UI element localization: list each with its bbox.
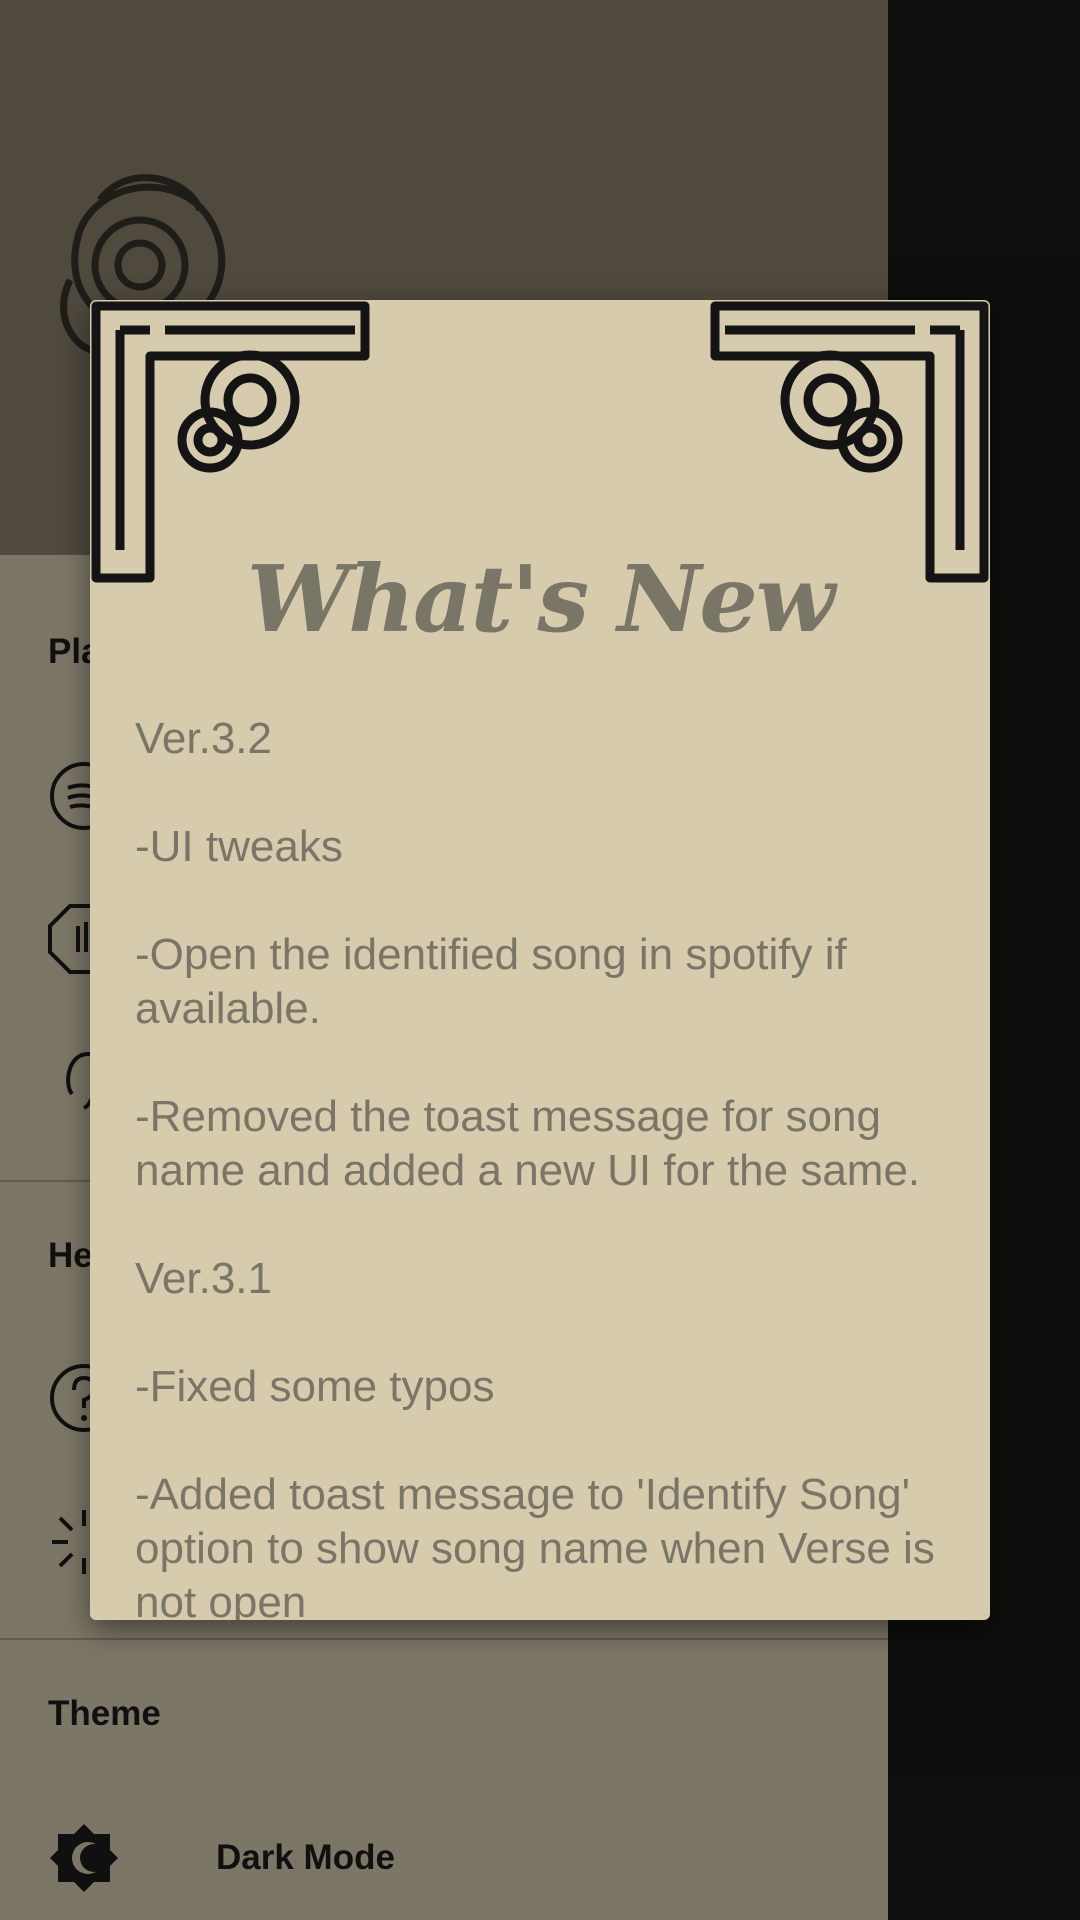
ornament-corner-right-icon: [710, 301, 989, 583]
changelog-line: -Added toast message to 'Identify Song' …: [135, 1470, 935, 1620]
ornament-corner-left-icon: [91, 301, 370, 583]
changelog-line: -Removed the toast message for song name…: [135, 1092, 921, 1195]
changelog-line: -Open the identified song in spotify if …: [135, 930, 847, 1033]
changelog-line: Ver.3.2: [135, 714, 273, 763]
changelog-line: -UI tweaks: [135, 822, 343, 871]
dialog-title: What's New: [246, 545, 835, 653]
changelog-line: -Fixed some typos: [135, 1362, 495, 1411]
changelog-content[interactable]: Ver.3.2 -UI tweaks -Open the identified …: [135, 712, 955, 1620]
changelog-line: Ver.3.1: [135, 1254, 273, 1303]
whats-new-dialog: What's New Ver.3.2 -UI tweaks -Open the …: [90, 300, 990, 1620]
